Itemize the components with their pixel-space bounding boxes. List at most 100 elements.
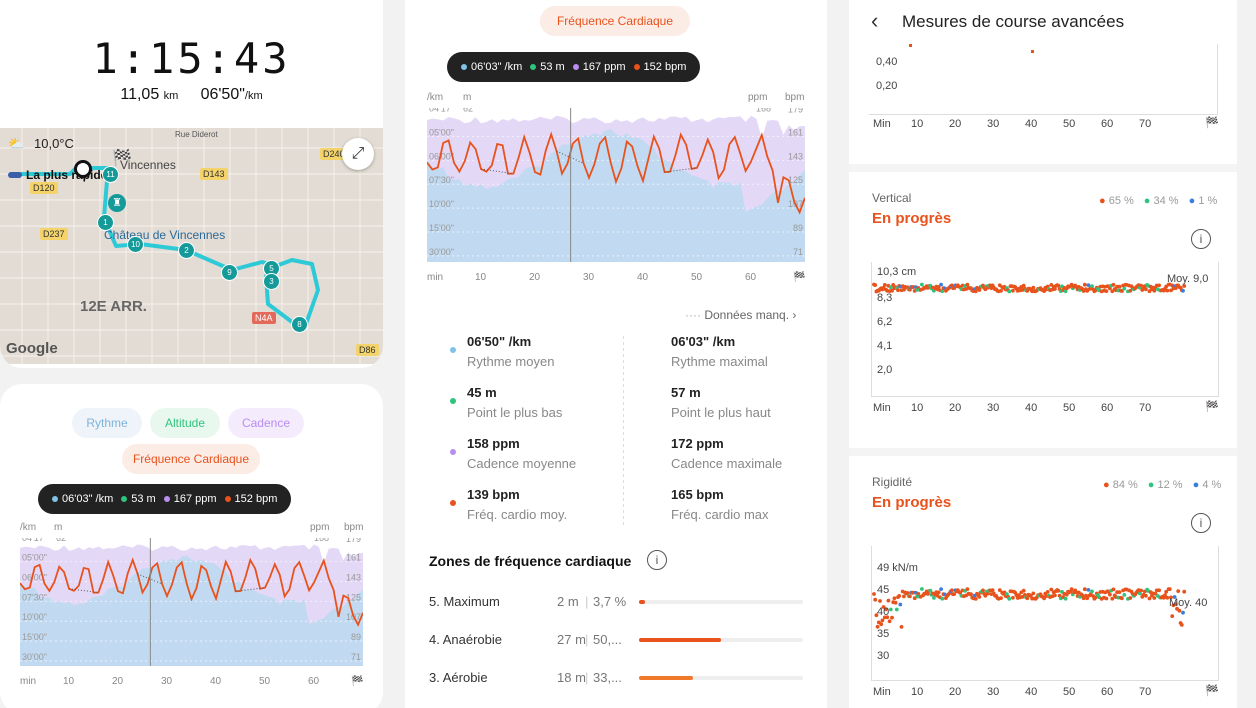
scatter-point (936, 590, 941, 595)
zone-bar (639, 676, 803, 680)
hr-tick: 179 (346, 538, 361, 544)
top-chart-frame (869, 44, 1218, 115)
road-tag: D237 (40, 228, 68, 240)
y-tick: 49 kN/m (877, 562, 918, 574)
stat-value: 158 ppm (467, 436, 520, 451)
scatter-point (1157, 588, 1161, 593)
x-tick: 50 (259, 676, 271, 687)
dashes-icon: ···· (685, 308, 701, 322)
km-marker[interactable]: 8 (291, 316, 308, 333)
legend-value: 4 % (1202, 479, 1222, 491)
route-label: La plus rapide (26, 168, 108, 182)
info-icon[interactable]: i (1191, 513, 1211, 533)
missing-data-link[interactable]: ···· Données manq. › (685, 308, 796, 322)
km-marker[interactable]: 9 (221, 264, 238, 281)
info-icon[interactable]: i (1191, 229, 1211, 249)
y-tick: 8,3 (877, 292, 893, 304)
scatter-point (920, 587, 924, 591)
route-map[interactable]: ⛅ 10,0°C La plus rapide Vincennes Châtea… (0, 128, 383, 364)
tooltip-cadence: 167 ppm (572, 61, 626, 73)
x-tick: 60 (1101, 402, 1114, 414)
legend-item: ● 65 % (1099, 195, 1134, 207)
tab-heart-rate[interactable]: Fréquence Cardiaque (540, 6, 690, 36)
scatter-point (1117, 284, 1122, 289)
road-tag: D120 (30, 182, 58, 194)
scatter-point (981, 588, 985, 593)
scatter-point (999, 289, 1003, 293)
scatter-point (1056, 283, 1061, 288)
average-label: Moy. 40 (1169, 597, 1208, 609)
run-chart-large[interactable]: 04'17" 179 05'00" 161 06'00" 143 07'30" 125 10'0… (426, 104, 806, 284)
zone-bar (639, 638, 803, 642)
scatter-point (1176, 589, 1181, 593)
y-tick: 40 (877, 606, 890, 618)
tooltip-cadence-value: 167 ppm (582, 61, 626, 73)
hr-tick: 161 (788, 127, 803, 137)
stat-value: 57 m (671, 385, 701, 400)
heart-dot-icon (224, 496, 231, 503)
scatter-point (892, 596, 897, 601)
start-pin-icon (74, 160, 92, 178)
scatter-point (1007, 597, 1012, 601)
stat-label: Rythme moyen (467, 354, 555, 369)
scatter-point (879, 622, 884, 627)
scatter-point (950, 588, 954, 593)
tab-cadence[interactable]: Cadence (228, 408, 304, 438)
scatter-point (1177, 608, 1182, 613)
x-tick: 10 (911, 686, 924, 698)
zone-bar-fill (639, 638, 721, 642)
tab-altitude[interactable]: Altitude (150, 408, 220, 438)
scatter-point (1111, 282, 1116, 287)
x-tick: 60 (308, 676, 320, 687)
x-tick: Min (873, 118, 891, 130)
tooltip-heart: 152 bpm (224, 493, 277, 505)
km-marker[interactable]: 2 (178, 242, 195, 259)
heart-dot-icon (633, 64, 640, 71)
zone-bar-fill (639, 676, 694, 680)
district-label: 12E ARR. (80, 298, 147, 315)
scatter-point (1157, 283, 1161, 288)
km-marker[interactable]: 3 (263, 273, 280, 290)
run-chart-small[interactable]: 04'17"17905'00"16106'00"14307'30"12510'0… (19, 533, 364, 688)
km-marker[interactable]: 10 (127, 236, 144, 253)
scatter-point (882, 283, 887, 287)
scatter-point (932, 596, 936, 600)
legend-item: ● 84 % (1103, 479, 1138, 491)
back-arrow-icon[interactable]: ‹ (871, 8, 878, 34)
km-marker[interactable]: 11 (102, 166, 119, 183)
x-tick: 10 (475, 272, 487, 283)
stat-value: 06'03" /km (671, 334, 736, 349)
scatter-point (1086, 588, 1091, 592)
metric-name: Rigidité (872, 475, 913, 489)
zone-time: 2 m (557, 594, 579, 609)
x-tick: 50 (1063, 402, 1076, 414)
stiffness-scatter[interactable] (871, 546, 1219, 681)
hr-tick: 143 (346, 573, 361, 583)
tab-heart-rate[interactable]: Fréquence Cardiaque (122, 444, 260, 474)
x-tick: 30 (161, 676, 173, 687)
scatter-point (886, 598, 891, 603)
x-tick: 70 (1139, 402, 1152, 414)
chart-tooltip: 06'03" /km 53 m 167 ppm 152 bpm (447, 52, 701, 82)
stat-label: Fréq. cardio max (671, 507, 769, 522)
legend-value: 1 % (1198, 195, 1218, 207)
km-marker[interactable]: 1 (97, 214, 114, 231)
scatter-point (1108, 592, 1112, 597)
duration: 1:15:43 (92, 34, 291, 83)
chart-svg: 04'17"17905'00"16106'00"14307'30"12510'0… (426, 104, 806, 283)
weather-icon: ⛅ (8, 136, 25, 151)
y-tick: 10,3 cm (877, 266, 917, 278)
scatter-point (1144, 287, 1148, 292)
google-logo: Google (6, 340, 58, 357)
divider (849, 164, 1237, 172)
legend-item: ● 1 % (1188, 195, 1218, 207)
scatter-point (878, 599, 882, 603)
x-tick: 30 (583, 272, 595, 283)
stat-label: Fréq. cardio moy. (467, 507, 568, 522)
info-icon[interactable]: i (647, 550, 667, 570)
scatter-point (1170, 614, 1175, 618)
expand-map-icon[interactable]: ⤢ (342, 138, 374, 170)
stat-value: 45 m (467, 385, 497, 400)
scatter-point (977, 595, 982, 599)
tab-pace[interactable]: Rythme (72, 408, 142, 438)
